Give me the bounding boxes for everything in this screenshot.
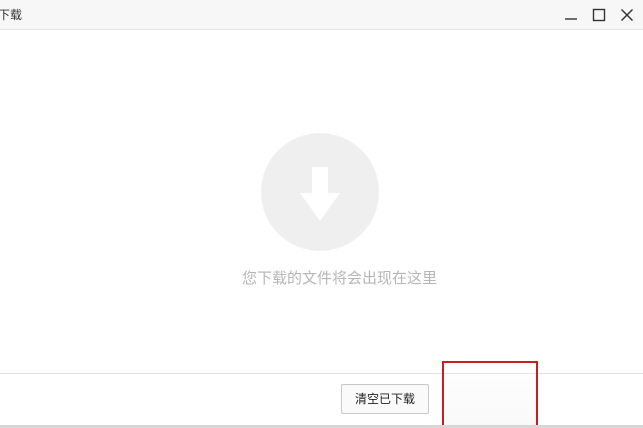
empty-state-message: 您下载的文件将会出现在这里 bbox=[241, 269, 437, 287]
empty-state-circle bbox=[261, 133, 379, 251]
footer-bar: 清空已下载 bbox=[0, 361, 643, 428]
minimize-button[interactable] bbox=[561, 5, 581, 25]
window-controls bbox=[561, 5, 637, 25]
highlight-annotation-box bbox=[442, 361, 538, 428]
downloads-list-area: 您下载的文件将会出现在这里 bbox=[0, 31, 643, 373]
downloads-window: 下载 您下载的文件将会出现在这里 清空已下载 bbox=[0, 0, 643, 428]
close-icon bbox=[621, 9, 633, 21]
clear-downloaded-button[interactable]: 清空已下载 bbox=[341, 384, 429, 414]
window-title: 下载 bbox=[0, 8, 23, 22]
download-arrow-icon bbox=[300, 167, 340, 221]
maximize-icon bbox=[592, 8, 606, 22]
maximize-button[interactable] bbox=[589, 5, 609, 25]
minimize-icon bbox=[565, 18, 577, 20]
title-bar: 下载 bbox=[0, 0, 643, 30]
close-button[interactable] bbox=[617, 5, 637, 25]
